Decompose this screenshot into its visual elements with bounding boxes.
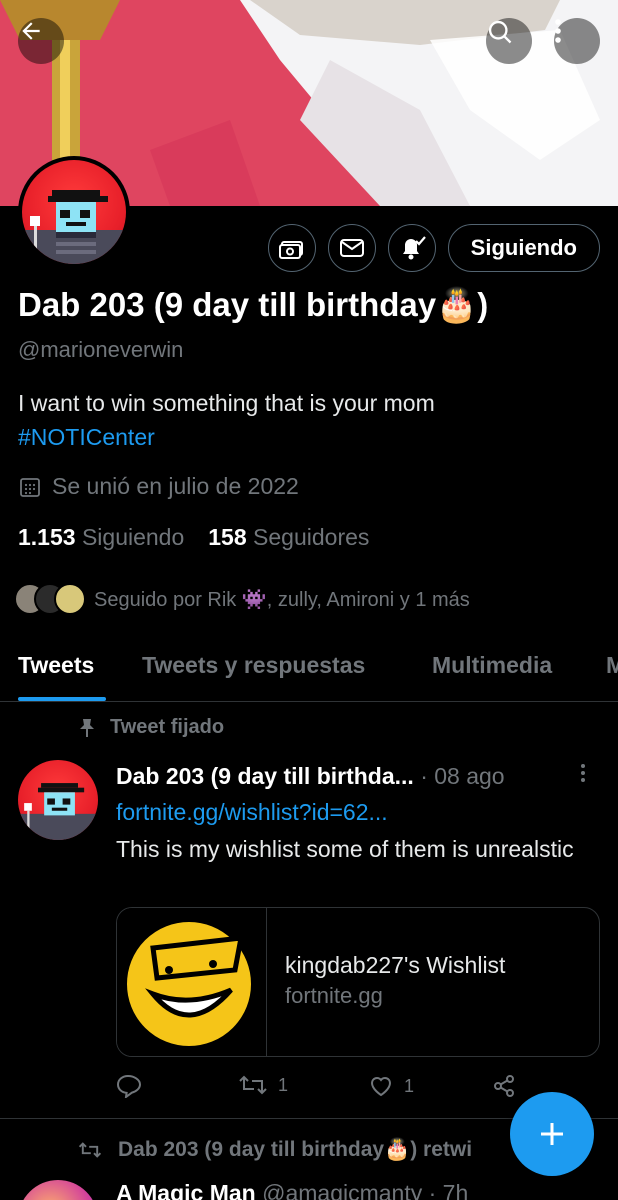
heart-icon	[370, 1077, 392, 1097]
follower-avatars	[14, 583, 86, 615]
joined-text: Se unió en julio de 2022	[52, 473, 299, 499]
tweet-header: Dab 203 (9 day till birthda... · 08 ago	[116, 763, 505, 790]
tweet-author-avatar[interactable]	[18, 760, 98, 840]
tab-media[interactable]: Multimedia	[432, 652, 552, 679]
profile-bio: I want to win something that is your mom…	[18, 386, 435, 454]
pin-icon	[80, 718, 94, 737]
share-icon	[494, 1075, 514, 1097]
next-tweet-handle-time: @amagicmanty · 7h	[262, 1180, 469, 1200]
back-button[interactable]	[18, 18, 64, 64]
profile-avatar[interactable]	[18, 156, 130, 268]
share-button[interactable]	[492, 1074, 516, 1098]
plus-icon	[541, 1123, 563, 1145]
username-handle: @marioneverwin	[18, 337, 184, 362]
tweet-actions: 1 1	[116, 1074, 536, 1104]
mail-icon	[339, 239, 364, 257]
followers-stat[interactable]: 158 Seguidores	[208, 524, 369, 551]
tab-tweets[interactable]: Tweets	[18, 652, 94, 679]
link-preview-card[interactable]: kingdab227's Wishlist fortnite.gg	[116, 907, 600, 1057]
like-button[interactable]: 1	[368, 1074, 414, 1098]
card-thumbnail	[117, 908, 267, 1056]
pinned-tweet-label: Tweet fijado	[78, 716, 224, 739]
tweet-time[interactable]: · 08 ago	[420, 763, 504, 789]
profile-actions: Siguiendo	[267, 224, 600, 272]
tip-jar-button[interactable]	[267, 224, 316, 272]
display-name: Dab 203 (9 day till birthday🎂)	[18, 286, 489, 323]
skull-pixel-avatar-image	[18, 783, 98, 840]
arrow-left-icon	[22, 22, 40, 40]
notifications-button[interactable]	[387, 224, 436, 272]
reply-button[interactable]	[116, 1074, 142, 1098]
card-title: kingdab227's Wishlist	[285, 952, 506, 978]
tab-tweets-and-replies[interactable]: Tweets y respuestas	[142, 652, 365, 679]
followers-count: 158	[208, 524, 247, 550]
joined-date: Se unió en julio de 2022	[18, 473, 299, 500]
retweet-count: 1	[278, 1074, 289, 1095]
bell-check-icon	[402, 236, 426, 260]
tweet-text: This is my wishlist some of them is unre…	[116, 836, 574, 862]
bio-text: I want to win something that is your mom	[18, 390, 435, 416]
tweet-more-button[interactable]	[580, 763, 586, 789]
following-button[interactable]: Siguiendo	[447, 224, 600, 272]
tweet-link[interactable]: fortnite.gg/wishlist?id=62...	[116, 799, 388, 826]
next-tweet-author[interactable]: A Magic Man	[116, 1180, 256, 1200]
retweet-icon	[239, 1075, 267, 1095]
retweeted-label: Dab 203 (9 day till birthday🎂) retwi	[78, 1138, 472, 1162]
following-stat[interactable]: 1.153 Siguiendo	[18, 524, 184, 551]
pinned-text: Tweet fijado	[110, 716, 225, 738]
follow-stats: 1.153 Siguiendo 158 Seguidores	[18, 524, 369, 551]
card-body: kingdab227's Wishlist fortnite.gg	[267, 908, 505, 1056]
reply-icon	[116, 1074, 142, 1098]
search-icon	[488, 20, 512, 44]
like-count: 1	[404, 1075, 415, 1096]
tweet-author-name[interactable]: Dab 203 (9 day till birthda...	[116, 763, 414, 789]
active-tab-indicator	[18, 697, 106, 701]
retweeted-by-text: Dab 203 (9 day till birthday🎂) retwi	[118, 1138, 473, 1161]
calendar-icon	[20, 477, 40, 497]
bio-hashtag-link[interactable]: #NOTICenter	[18, 420, 435, 454]
retweet-button[interactable]: 1	[238, 1074, 288, 1096]
more-vertical-icon	[555, 19, 561, 43]
next-tweet-avatar[interactable]	[18, 1180, 98, 1200]
fortnite-gg-logo	[123, 918, 255, 1050]
following-count: 1.153	[18, 524, 76, 550]
skull-pixel-avatar-image	[22, 190, 126, 264]
more-vertical-icon	[581, 764, 585, 782]
followers-label: Seguidores	[253, 524, 370, 550]
profile-tabs: Tweets Tweets y respuestas Multimedia M	[0, 634, 618, 702]
followed-by-row[interactable]: Seguido por Rik 👾, zully, Amironi y 1 má…	[14, 583, 470, 615]
search-button[interactable]	[486, 18, 532, 64]
tab-likes-partial[interactable]: M	[606, 652, 618, 679]
money-icon	[278, 241, 303, 259]
card-domain: fortnite.gg	[285, 983, 383, 1008]
followed-by-text: Seguido por Rik 👾, zully, Amironi y 1 má…	[94, 588, 470, 611]
next-tweet-header: A Magic Man @amagicmanty · 7h	[116, 1180, 468, 1200]
avatar	[54, 583, 86, 615]
following-label: Siguiendo	[81, 524, 185, 550]
more-options-button[interactable]	[554, 18, 600, 64]
compose-tweet-button[interactable]	[510, 1092, 594, 1176]
message-button[interactable]	[327, 224, 376, 272]
retweet-icon	[78, 1142, 102, 1158]
